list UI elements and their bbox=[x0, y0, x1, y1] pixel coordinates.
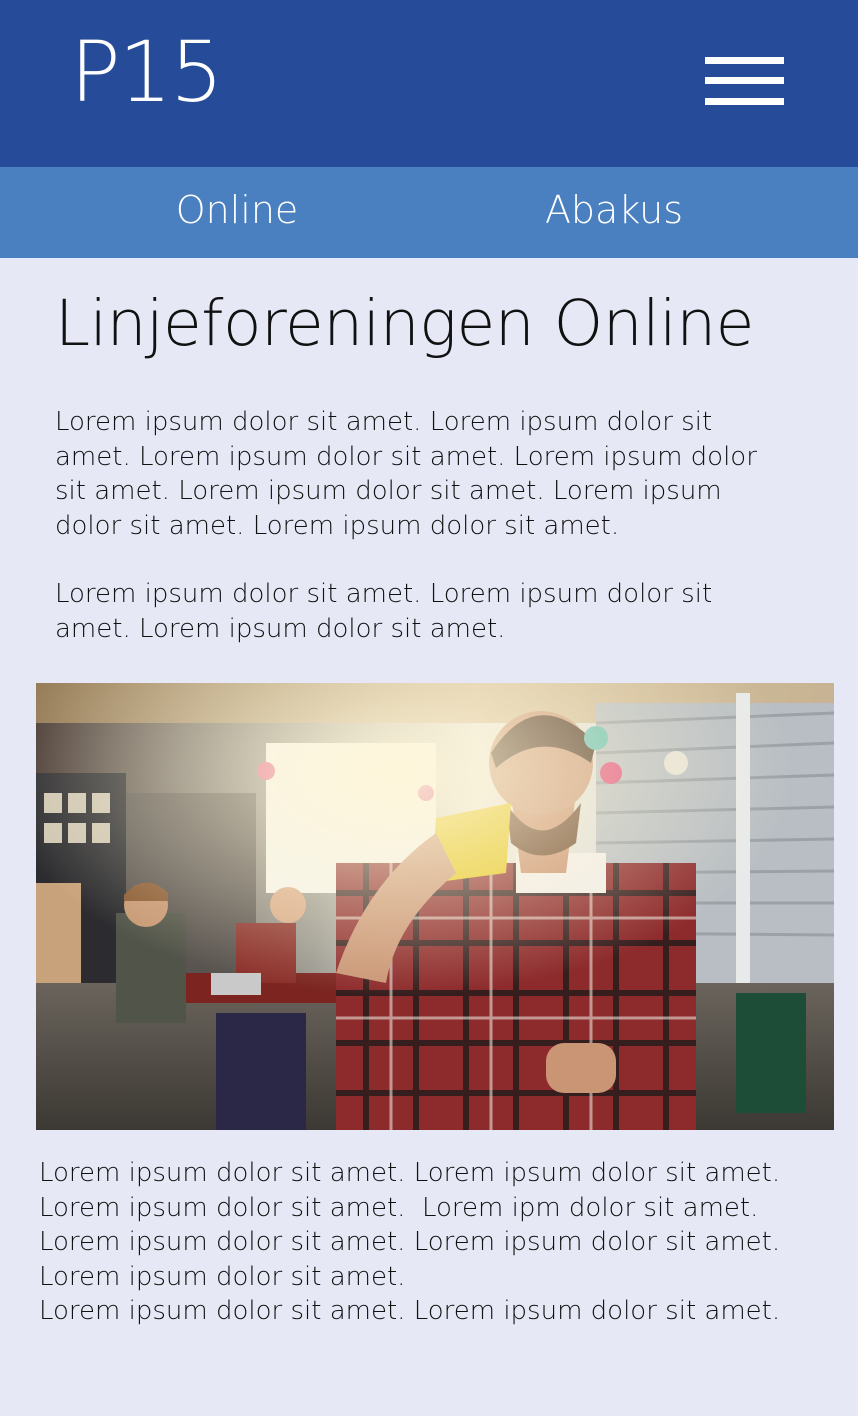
caption-line: Lorem ipsum dolor sit amet. Lorem ipsum … bbox=[39, 1158, 781, 1188]
intro-paragraph: Lorem ipsum dolor sit amet. Lorem ipsum … bbox=[55, 407, 757, 541]
caption-text: Lorem ipsum dolor sit amet. Lorem ipsum … bbox=[39, 1156, 839, 1329]
hamburger-menu-icon[interactable] bbox=[705, 57, 784, 105]
tab-online[interactable]: Online bbox=[137, 167, 337, 258]
caption-line: Lorem ipsum dolor sit amet. Lorem ipsum … bbox=[39, 1296, 781, 1326]
caption-line: Lorem ipsum dolor sit amet. Lorem ipm do… bbox=[39, 1192, 759, 1223]
tab-bar: Online Abakus bbox=[0, 167, 858, 258]
app-header: P15 bbox=[0, 0, 858, 167]
logo[interactable]: P15 bbox=[70, 30, 224, 114]
caption-line: Lorem ipsum dolor sit amet. Lorem ipsum … bbox=[39, 1227, 781, 1257]
caption-line: Lorem ipsum dolor sit amet. bbox=[39, 1261, 406, 1292]
second-paragraph: Lorem ipsum dolor sit amet. Lorem ipsum … bbox=[55, 579, 713, 644]
tab-abakus[interactable]: Abakus bbox=[514, 167, 714, 258]
student-office-photo bbox=[36, 683, 834, 1130]
page-title: Linjeforeningen Online bbox=[55, 287, 754, 360]
